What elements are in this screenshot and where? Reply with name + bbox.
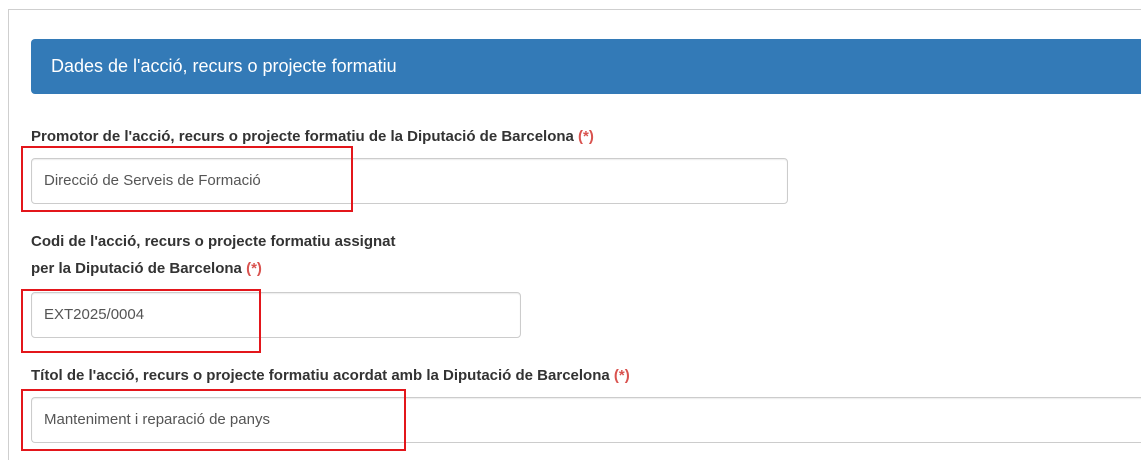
titol-field[interactable]: Manteniment i reparació de panys: [31, 397, 1141, 443]
codi-label-line1: Codi de l'acció, recurs o projecte forma…: [31, 232, 396, 252]
required-mark: (*): [246, 260, 262, 277]
titol-label: Títol de l'acció, recurs o projecte form…: [31, 366, 630, 386]
promotor-label-text: Promotor de l'acció, recurs o projecte f…: [31, 128, 574, 145]
codi-label-text-1: Codi de l'acció, recurs o projecte forma…: [31, 233, 396, 250]
required-mark: (*): [578, 128, 594, 145]
titol-label-text: Títol de l'acció, recurs o projecte form…: [31, 367, 610, 384]
titol-value: Manteniment i reparació de panys: [44, 411, 270, 428]
codi-label-text-2: per la Diputació de Barcelona: [31, 260, 242, 277]
required-mark: (*): [613, 367, 630, 384]
promotor-field[interactable]: Direcció de Serveis de Formació: [31, 158, 788, 204]
panel-heading: Dades de l'acció, recurs o projecte form…: [31, 39, 1141, 94]
codi-value: EXT2025/0004: [44, 306, 145, 323]
promotor-label: Promotor de l'acció, recurs o projecte f…: [31, 127, 594, 147]
codi-field[interactable]: EXT2025/0004: [31, 292, 521, 338]
panel-title: Dades de l'acció, recurs o projecte form…: [51, 56, 397, 76]
codi-label-line2: per la Diputació de Barcelona (*): [31, 259, 262, 279]
promotor-value: Direcció de Serveis de Formació: [44, 172, 261, 189]
